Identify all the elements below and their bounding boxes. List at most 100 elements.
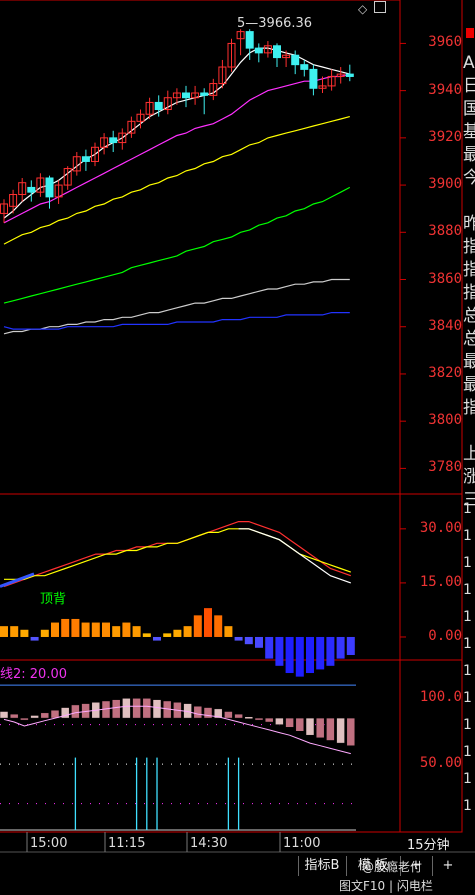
- candle-body: [254, 47, 263, 54]
- macd-histogram-bar: [81, 622, 90, 637]
- kdj-bar: [295, 717, 305, 732]
- macd-histogram-bar: [234, 636, 243, 641]
- side-red-marker: [466, 28, 474, 38]
- macd-histogram-bar: [336, 636, 345, 659]
- side-panel-char: 指: [463, 283, 475, 303]
- macd-histogram-bar: [306, 636, 314, 674]
- price-tick-label: 3960: [428, 34, 462, 51]
- time-tick-label: 11:15: [108, 836, 146, 851]
- price-tick-label: 3860: [428, 270, 462, 287]
- side-panel-char: 涨: [463, 467, 475, 487]
- macd-histogram-bar: [183, 626, 192, 637]
- macd-histogram-bar: [122, 622, 131, 637]
- side-panel-char: 上: [463, 444, 475, 464]
- kdj-bar: [224, 711, 233, 719]
- candle-body: [200, 92, 209, 96]
- price-tick-label: 3940: [428, 81, 462, 98]
- ma-line-0: [3, 47, 350, 219]
- side-panel-number: 1: [463, 636, 472, 652]
- side-panel-number: 1: [463, 501, 472, 517]
- macd-histogram-bar: [255, 636, 263, 648]
- side-panel-char: 昨: [463, 214, 475, 234]
- kdj-bar: [142, 698, 152, 719]
- candle-body: [273, 45, 281, 59]
- macd-histogram-bar: [30, 636, 39, 641]
- candle-body: [300, 64, 309, 70]
- candle-body: [81, 156, 90, 162]
- macd-histogram-bar: [112, 626, 121, 637]
- macd-white-line: [238, 528, 351, 584]
- kdj-bar: [336, 717, 345, 744]
- kdj-bar: [285, 717, 294, 728]
- window-icon[interactable]: [374, 1, 386, 13]
- macd-histogram-bar: [40, 629, 49, 637]
- kdj-tick-label: 100.0: [419, 689, 462, 706]
- divergence-signal: 顶背: [40, 592, 67, 607]
- side-panel-number: 1: [463, 582, 472, 598]
- macd-histogram-bar: [102, 622, 110, 637]
- macd-histogram-bar: [285, 636, 294, 674]
- candle-body: [27, 186, 36, 193]
- macd-histogram-bar: [71, 618, 80, 637]
- price-tick-label: 3820: [428, 364, 462, 381]
- side-panel-char: A: [463, 53, 475, 73]
- macd-histogram-bar: [204, 608, 212, 637]
- diamond-icon[interactable]: ◇: [358, 2, 367, 16]
- macd-histogram-bar: [51, 622, 59, 637]
- macd-histogram-bar: [61, 618, 70, 637]
- side-panel-char: 最: [463, 375, 475, 395]
- candle-body: [291, 54, 300, 66]
- time-tick-label: 11:00: [283, 836, 321, 851]
- kdj-tick-label: 50.00: [419, 755, 462, 772]
- kdj-bar: [0, 711, 9, 719]
- indicator-button[interactable]: 指标B: [298, 856, 345, 876]
- macd-histogram-bar: [193, 615, 202, 637]
- candle-body: [109, 137, 118, 144]
- chart-canvas[interactable]: [0, 0, 475, 895]
- candle-body: [245, 31, 254, 49]
- candle-body: [345, 73, 354, 77]
- kdj-bar: [71, 704, 80, 719]
- side-panel-number: 1: [463, 555, 472, 571]
- side-panel-number: 1: [463, 744, 472, 760]
- kdj-bar: [193, 705, 203, 719]
- macd-histogram-bar: [153, 636, 161, 641]
- time-tick-label: 15:00: [30, 836, 68, 851]
- add-button-2[interactable]: +: [432, 856, 463, 876]
- macd-tick-label: 15.00: [419, 573, 462, 590]
- macd-histogram-bar: [346, 636, 355, 655]
- side-panel-number: 1: [463, 717, 472, 733]
- macd-histogram-bar: [91, 622, 100, 637]
- side-panel-char: 总: [463, 306, 475, 326]
- price-tick-label: 3920: [428, 128, 462, 145]
- peak-marker: 5—3966.36: [237, 16, 313, 31]
- macd-histogram-bar: [20, 629, 29, 637]
- price-tick-label: 3800: [428, 412, 462, 429]
- side-panel-number: 1: [463, 528, 472, 544]
- kdj-bar: [122, 698, 131, 719]
- kdj-bar: [30, 715, 39, 719]
- macd-histogram-bar: [316, 636, 325, 670]
- macd-histogram-bar: [10, 626, 19, 637]
- macd-histogram-bar: [224, 626, 233, 637]
- macd-histogram-bar: [275, 636, 284, 666]
- candle-body: [45, 177, 54, 198]
- period-label[interactable]: 15分钟: [407, 834, 450, 853]
- macd-histogram-bar: [295, 636, 304, 677]
- price-tick-label: 3880: [428, 223, 462, 240]
- price-tick-label: 3780: [428, 459, 462, 476]
- side-panel-char: 最: [463, 352, 475, 372]
- side-panel-char: 国: [463, 99, 475, 119]
- candle-body: [309, 68, 318, 89]
- kdj-bar: [234, 713, 243, 719]
- footer-tab[interactable]: 图文F10 | 闪电栏: [339, 877, 433, 894]
- macd-tick-label: 30.00: [419, 519, 462, 536]
- kdj-bar: [111, 699, 121, 719]
- side-panel-number: 1: [463, 798, 472, 814]
- side-panel-char: 指: [463, 260, 475, 280]
- macd-histogram-bar: [142, 633, 151, 637]
- ma-line-4: [3, 278, 350, 335]
- kdj-bar: [9, 713, 19, 719]
- ma-line-3: [3, 186, 351, 304]
- macd-histogram-bar: [265, 636, 274, 659]
